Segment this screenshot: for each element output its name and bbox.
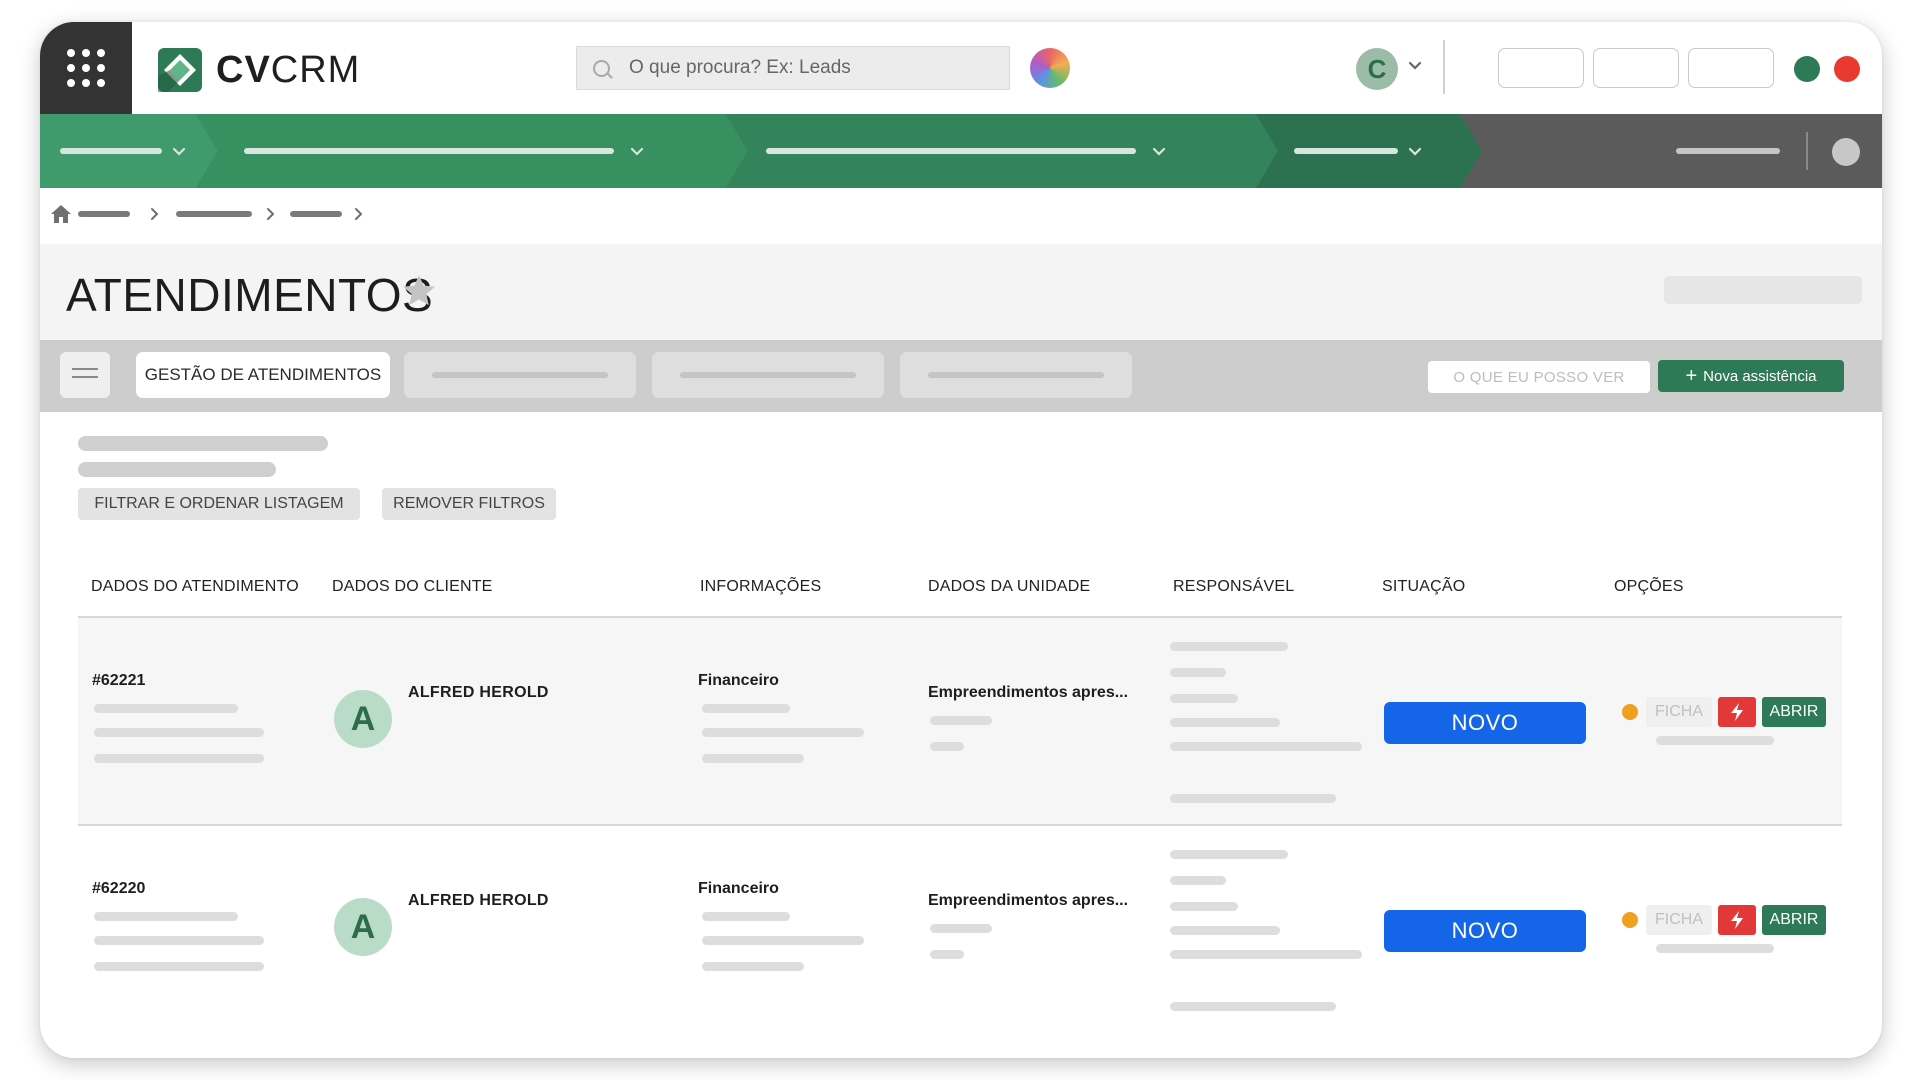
menu-icon[interactable] — [60, 352, 110, 398]
client-name[interactable]: ALFRED HEROLD — [408, 684, 549, 702]
client-name[interactable]: ALFRED HEROLD — [408, 892, 549, 910]
nav-profile-dot[interactable] — [1832, 138, 1860, 166]
col-header[interactable]: RESPONSÁVEL — [1173, 578, 1294, 596]
globe-icon[interactable] — [1030, 48, 1070, 88]
filter-summary-line — [78, 462, 276, 477]
quick-action-button[interactable] — [1718, 905, 1756, 935]
col-header[interactable]: DADOS DO ATENDIMENTO — [91, 578, 299, 596]
new-assistance-label: Nova assistência — [1703, 367, 1817, 385]
filter-sort-button[interactable]: FILTRAR E ORDENAR LISTAGEM — [78, 488, 360, 520]
tab-2[interactable] — [404, 352, 636, 398]
search-icon — [577, 47, 621, 91]
main-nav — [40, 114, 1882, 188]
nav-item-3[interactable] — [726, 114, 1278, 188]
breadcrumb-item[interactable] — [290, 211, 342, 217]
app-window: CVCRM C — [40, 22, 1882, 1058]
chevron-down-icon — [628, 142, 646, 160]
brand-logo[interactable]: CVCRM — [156, 46, 360, 94]
breadcrumb-item[interactable] — [176, 211, 252, 217]
brand-name: CVCRM — [216, 48, 361, 91]
client-avatar: A — [334, 898, 392, 956]
app-grid-button[interactable] — [40, 22, 132, 114]
bolt-icon — [1731, 911, 1743, 929]
chevron-right-icon — [267, 208, 275, 220]
col-header[interactable]: INFORMAÇÕES — [700, 578, 821, 596]
col-header[interactable]: OPÇÕES — [1614, 578, 1684, 596]
title-area: ATENDIMENTOS — [40, 244, 1882, 340]
filter-summary-line — [78, 436, 328, 451]
status-button[interactable]: NOVO — [1384, 702, 1586, 744]
what-can-i-see-button[interactable]: O QUE EU POSSO VER — [1428, 361, 1650, 393]
home-icon[interactable] — [50, 204, 72, 224]
unit-name: Empreendimentos apres... — [928, 684, 1129, 701]
chevron-down-icon — [170, 142, 188, 160]
abrir-button[interactable]: ABRIR — [1762, 697, 1826, 727]
nav-right-item[interactable] — [1676, 148, 1780, 154]
top-bar: CVCRM C — [40, 22, 1882, 114]
chevron-down-icon[interactable] — [1406, 56, 1424, 74]
bolt-icon — [1731, 703, 1743, 721]
nav-item-1[interactable] — [40, 114, 218, 188]
plus-icon: + — [1685, 365, 1698, 387]
nav-item-2[interactable] — [196, 114, 748, 188]
online-status-dot[interactable] — [1794, 56, 1820, 82]
chevron-down-icon — [1406, 142, 1424, 160]
title-action-placeholder[interactable] — [1664, 276, 1862, 304]
user-avatar[interactable]: C — [1356, 48, 1398, 90]
divider — [1443, 40, 1445, 94]
col-header[interactable]: SITUAÇÃO — [1382, 578, 1465, 596]
abrir-button[interactable]: ABRIR — [1762, 905, 1826, 935]
remove-filters-button[interactable]: REMOVER FILTROS — [382, 488, 556, 520]
attendance-id[interactable]: #62220 — [92, 880, 145, 898]
chevron-down-icon — [1150, 142, 1168, 160]
tabs-bar: GESTÃO DE ATENDIMENTOS O QUE EU POSSO VE… — [40, 340, 1882, 412]
info-category: Financeiro — [698, 880, 779, 897]
nav-item-4[interactable] — [1256, 114, 1482, 188]
chevron-right-icon — [355, 208, 363, 220]
ficha-button[interactable]: FICHA — [1646, 905, 1712, 935]
col-header[interactable]: DADOS DA UNIDADE — [928, 578, 1090, 596]
client-avatar: A — [334, 690, 392, 748]
toolbar-button-3[interactable] — [1688, 48, 1774, 88]
unit-name: Empreendimentos apres... — [928, 892, 1129, 909]
page-title: ATENDIMENTOS — [66, 269, 434, 321]
star-icon[interactable] — [400, 272, 438, 310]
quick-action-button[interactable] — [1718, 697, 1756, 727]
attendance-id[interactable]: #62221 — [92, 672, 145, 690]
offline-status-dot[interactable] — [1834, 56, 1860, 82]
logo-mark-icon — [158, 48, 202, 92]
chevron-right-icon — [151, 208, 159, 220]
ficha-button[interactable]: FICHA — [1646, 697, 1712, 727]
tab-4[interactable] — [900, 352, 1132, 398]
new-assistance-button[interactable]: + Nova assistência — [1658, 360, 1844, 392]
search-box[interactable] — [576, 46, 1010, 90]
col-header[interactable]: DADOS DO CLIENTE — [332, 578, 493, 596]
status-button[interactable]: NOVO — [1384, 910, 1586, 952]
info-category: Financeiro — [698, 672, 779, 689]
breadcrumb-item[interactable] — [78, 211, 130, 217]
search-input[interactable] — [577, 57, 947, 79]
table-row[interactable]: #62221 A ALFRED HEROLD Financeiro Empree… — [40, 618, 1882, 824]
pending-dot — [1622, 704, 1638, 720]
divider — [1806, 132, 1808, 170]
tab-3[interactable] — [652, 352, 884, 398]
toolbar-button-2[interactable] — [1593, 48, 1679, 88]
tab-gestao-atendimentos[interactable]: GESTÃO DE ATENDIMENTOS — [136, 352, 390, 398]
pending-dot — [1622, 912, 1638, 928]
toolbar-button-1[interactable] — [1498, 48, 1584, 88]
table-row[interactable]: #62220 A ALFRED HEROLD Financeiro Empree… — [40, 826, 1882, 1032]
app-grid-icon — [67, 49, 105, 87]
